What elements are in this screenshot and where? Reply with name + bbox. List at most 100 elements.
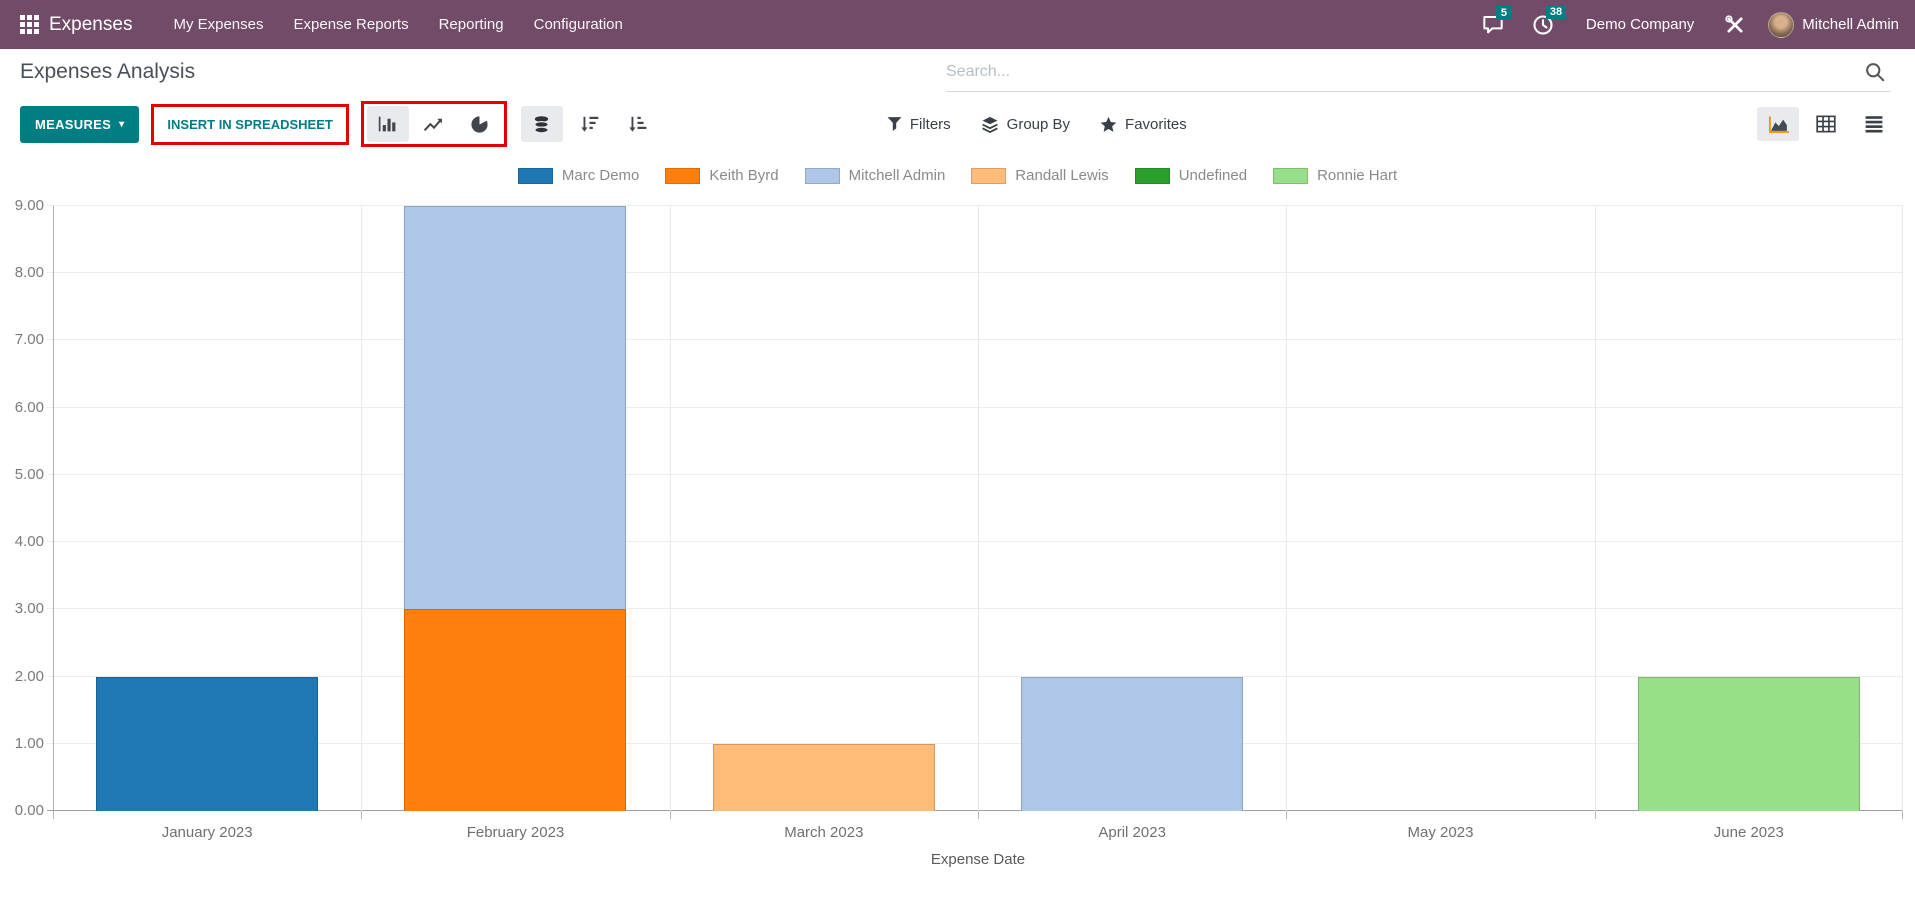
control-panel-top: Expenses Analysis [0,49,1915,95]
y-axis-tick-label: 7.00 [0,331,44,348]
legend-color-box [1135,168,1170,184]
bar-column [361,206,669,811]
pie-chart-button[interactable] [459,106,501,142]
filters-label: Filters [910,116,951,133]
bar-column [1595,206,1903,811]
search-bar [946,52,1891,92]
favorites-button[interactable]: Favorites [1100,116,1187,133]
bar-segment [96,677,318,811]
nav-item-expense-reports[interactable]: Expense Reports [279,0,424,49]
user-menu[interactable]: Mitchell Admin [1768,12,1899,38]
legend-item[interactable]: Randall Lewis [971,167,1108,184]
y-axis-tick-label: 0.00 [0,802,44,819]
toolbar: MEASURES ▾ INSERT IN SPREADSHEET [0,95,1915,153]
nav-item-my-expenses[interactable]: My Expenses [158,0,278,49]
company-switcher[interactable]: Demo Company [1586,16,1694,33]
chart-legend: Marc Demo Keith Byrd Mitchell Admin Randall… [0,167,1915,184]
x-axis-tick-mark [1286,811,1287,819]
bar-stack [1638,206,1860,811]
legend-item[interactable]: Keith Byrd [665,167,778,184]
apps-grid-icon[interactable] [20,15,39,34]
search-input[interactable] [946,63,1859,81]
list-view-button[interactable] [1853,107,1895,141]
app-name[interactable]: Expenses [49,14,132,36]
search-button[interactable] [1859,62,1891,82]
legend-label: Keith Byrd [709,167,778,184]
plot-area: 0.001.002.003.004.005.006.007.008.009.00 [53,206,1903,811]
top-nav: Expenses My ExpensesExpense ReportsRepor… [0,0,1915,49]
group-by-icon [981,116,999,133]
legend-color-box [665,168,700,184]
y-axis-tick-label: 2.00 [0,668,44,685]
legend-color-box [1273,168,1308,184]
legend-item[interactable]: Ronnie Hart [1273,167,1397,184]
filters-button[interactable]: Filters [887,116,951,133]
y-axis-tick-label: 3.00 [0,600,44,617]
y-axis-tick-label: 5.00 [0,466,44,483]
filter-icon [887,116,902,132]
insert-in-spreadsheet-button[interactable]: INSERT IN SPREADSHEET [154,107,345,142]
legend-item[interactable]: Mitchell Admin [805,167,946,184]
activities-badge: 38 [1546,5,1566,19]
bar-stack [1329,206,1551,811]
legend-color-box [518,168,553,184]
favorites-icon [1100,116,1117,133]
x-axis-tick-label: June 2023 [1595,811,1903,845]
nav-item-configuration[interactable]: Configuration [519,0,638,49]
activities-button[interactable]: 38 [1532,14,1554,36]
group-by-label: Group By [1007,116,1070,133]
debug-tools-icon [1724,14,1746,36]
search-icon [1865,62,1885,82]
bar-stack [404,206,626,811]
bar-column [978,206,1286,811]
debug-tools-button[interactable] [1724,14,1746,36]
legend-label: Marc Demo [562,167,640,184]
bar-segment [404,609,626,811]
pie-chart-icon [470,115,489,134]
x-axis-tick-mark [978,811,979,819]
x-axis-tick-mark [1595,811,1596,819]
graph-view-button[interactable] [1757,107,1799,141]
legend-item[interactable]: Undefined [1135,167,1247,184]
line-chart-button[interactable] [413,106,455,142]
y-axis-tick-label: 6.00 [0,399,44,416]
x-axis-tick-mark [361,811,362,819]
x-axis: January 2023February 2023March 2023April… [53,811,1903,845]
messages-button[interactable]: 5 [1482,15,1504,35]
x-axis-tick-mark [53,811,54,819]
x-axis-tick-label: May 2023 [1286,811,1594,845]
list-view-icon [1864,115,1884,133]
bar-chart: Marc Demo Keith Byrd Mitchell Admin Randall… [0,167,1915,868]
stacked-icon [532,115,551,134]
stacked-toggle-button[interactable] [521,106,563,142]
bar-segment [404,206,626,609]
annotation-box-chart-type-icons [361,101,507,147]
y-axis-tick-label: 9.00 [0,197,44,214]
line-chart-icon [423,115,444,133]
bar-stack [713,206,935,811]
legend-label: Undefined [1179,167,1247,184]
legend-label: Ronnie Hart [1317,167,1397,184]
bar-column [670,206,978,811]
bar-chart-icon [377,115,398,133]
sort-ascending-button[interactable] [617,106,659,142]
bar-stack [1021,206,1243,811]
x-axis-title: Expense Date [53,851,1903,868]
legend-item[interactable]: Marc Demo [518,167,640,184]
bar-chart-button[interactable] [367,106,409,142]
pivot-view-button[interactable] [1805,107,1847,141]
measures-button[interactable]: MEASURES ▾ [20,106,139,143]
y-axis-tick-label: 8.00 [0,264,44,281]
group-by-button[interactable]: Group By [981,116,1070,133]
x-axis-tick-label: February 2023 [361,811,669,845]
nav-item-reporting[interactable]: Reporting [424,0,519,49]
bar-column [53,206,361,811]
sort-descending-button[interactable] [569,106,611,142]
page-title: Expenses Analysis [20,60,195,84]
legend-label: Randall Lewis [1015,167,1108,184]
caret-down-icon: ▾ [119,119,124,130]
graph-view-icon [1767,115,1790,134]
bars-layer [53,206,1903,811]
x-axis-tick-mark [1902,811,1903,819]
bar-column [1286,206,1594,811]
